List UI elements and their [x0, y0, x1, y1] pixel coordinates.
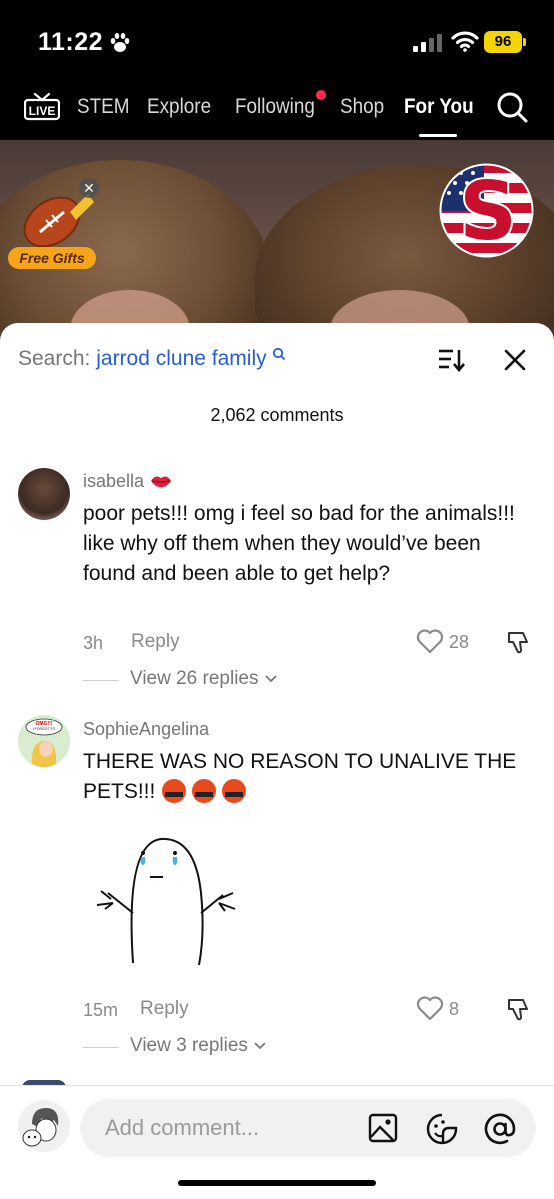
- username-text: isabella: [83, 471, 145, 491]
- like-count: 28: [449, 632, 470, 652]
- crying-sticker-image[interactable]: [83, 813, 243, 973]
- comment-username[interactable]: SophieAngelina: [83, 719, 209, 740]
- close-icon[interactable]: [503, 348, 527, 372]
- svg-text:S: S: [459, 165, 517, 258]
- channel-logo[interactable]: S: [439, 163, 534, 258]
- status-time: 11:22: [38, 28, 104, 56]
- replies-divider: [83, 1047, 119, 1048]
- battery-tip: [523, 38, 526, 46]
- reply-button[interactable]: Reply: [131, 631, 180, 653]
- view-replies-label: View 26 replies: [130, 668, 259, 689]
- signal-icon: [413, 34, 442, 52]
- view-replies-button[interactable]: View 26 replies: [130, 668, 278, 690]
- free-gifts-badge[interactable]: Free Gifts: [8, 247, 96, 269]
- tab-following[interactable]: Following: [235, 95, 315, 119]
- search-icon[interactable]: [495, 90, 529, 124]
- avatar[interactable]: [18, 468, 70, 520]
- tab-shop[interactable]: Shop: [340, 95, 384, 119]
- heart-icon[interactable]: [416, 995, 444, 1021]
- dislike-icon[interactable]: [505, 629, 531, 655]
- comments-sheet: Search: jarrod clune family 2,062 commen…: [0, 323, 554, 1199]
- paw-icon: [110, 33, 130, 52]
- avatar[interactable]: [18, 1100, 70, 1152]
- comment-username[interactable]: isabella: [83, 471, 173, 492]
- sticker-icon[interactable]: [425, 1112, 459, 1146]
- search-prefix: Search:: [18, 347, 91, 370]
- sort-icon[interactable]: [437, 347, 465, 373]
- angry-face-icon: [162, 779, 247, 803]
- chevron-down-icon: [254, 1042, 266, 1050]
- mention-icon[interactable]: [483, 1112, 517, 1146]
- comment-text: THERE WAS NO REASON TO UNALIVE THE PETS!…: [83, 747, 533, 807]
- wifi-icon: [451, 31, 479, 52]
- dislike-icon[interactable]: [505, 996, 531, 1022]
- tab-explore[interactable]: Explore: [147, 95, 211, 119]
- top-nav: LIVE STEM Explore Following Shop For You: [0, 82, 554, 140]
- active-tab-underline: [419, 134, 457, 137]
- status-bar: 11:22 96: [0, 0, 554, 82]
- battery-indicator: 96: [484, 31, 522, 53]
- svg-text:I FORGOT TO: I FORGOT TO: [33, 727, 56, 731]
- tab-for-you[interactable]: For You: [404, 95, 474, 119]
- add-comment-placeholder: Add comment...: [105, 1115, 260, 1140]
- reply-button[interactable]: Reply: [140, 998, 189, 1020]
- svg-text:LIVE: LIVE: [29, 104, 56, 118]
- search-query-link[interactable]: jarrod clune family: [96, 347, 266, 370]
- comment-search-suggestion[interactable]: Search: jarrod clune family: [18, 347, 286, 371]
- lips-icon: [151, 476, 172, 488]
- heart-icon[interactable]: [416, 628, 444, 654]
- comic-avatar-image: OMG!!! I FORGOT TO: [18, 715, 70, 767]
- comment-text-content: THERE WAS NO REASON TO UNALIVE THE PETS!…: [83, 750, 517, 803]
- comment-text: poor pets!!! omg i feel so bad for the a…: [83, 502, 515, 585]
- search-icon: [273, 347, 286, 361]
- avatar[interactable]: OMG!!! I FORGOT TO: [18, 715, 70, 767]
- image-icon[interactable]: [367, 1112, 399, 1144]
- user-avatar-image: [18, 1100, 70, 1152]
- replies-divider: [83, 680, 119, 681]
- like-count: 8: [449, 999, 460, 1019]
- notification-dot: [316, 90, 326, 100]
- view-replies-label: View 3 replies: [130, 1035, 248, 1056]
- comment-count: 2,062 comments: [210, 405, 344, 425]
- live-tv-icon[interactable]: LIVE: [24, 92, 60, 122]
- home-indicator: [178, 1180, 376, 1186]
- chevron-down-icon: [265, 675, 277, 683]
- add-comment-input[interactable]: Add comment...: [80, 1099, 536, 1157]
- tab-stem[interactable]: STEM: [77, 95, 130, 119]
- comment-time: 15m: [83, 1000, 119, 1020]
- comment-time: 3h: [83, 633, 104, 653]
- view-replies-button[interactable]: View 3 replies: [130, 1035, 267, 1057]
- close-icon[interactable]: ✕: [79, 178, 99, 198]
